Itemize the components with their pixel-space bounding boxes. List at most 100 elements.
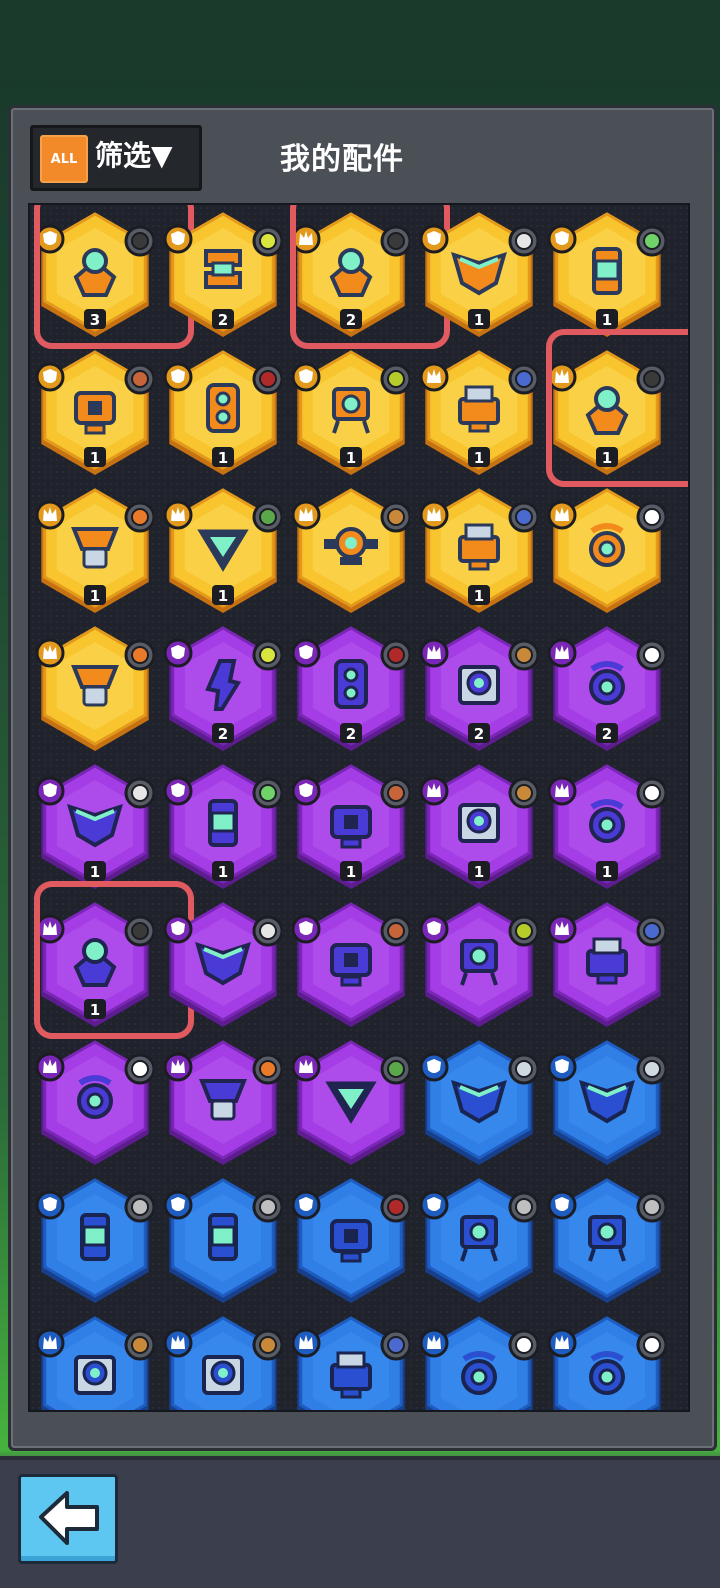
part-item-purple[interactable] (292, 901, 410, 1029)
back-button[interactable] (18, 1474, 118, 1564)
part-item-purple[interactable] (164, 1039, 282, 1167)
wing-icon: 1 (420, 212, 538, 337)
filter-label[interactable]: 筛选▼ (95, 134, 173, 178)
ring-lens-icon (548, 488, 666, 613)
double-lens-icon: 2 (292, 626, 410, 751)
canister-icon: 1 (548, 212, 666, 337)
part-item-gold[interactable]: 2 (164, 211, 282, 339)
svg-text:1: 1 (602, 863, 612, 881)
part-item-gold[interactable]: 1 (420, 211, 538, 339)
part-item-blue[interactable] (420, 1177, 538, 1305)
part-item-gold[interactable]: 1 (164, 349, 282, 477)
part-item-blue[interactable] (292, 1315, 410, 1410)
wing-icon: 1 (36, 764, 154, 889)
core-box-icon: 1 (36, 350, 154, 475)
svg-text:2: 2 (218, 725, 228, 743)
svg-text:1: 1 (90, 587, 100, 605)
scope-icon (164, 1316, 282, 1410)
scope-icon: 2 (420, 626, 538, 751)
core-box-icon (292, 1178, 410, 1303)
part-item-purple[interactable]: 1 (420, 763, 538, 891)
back-arrow-icon (39, 1491, 99, 1545)
part-item-gold[interactable] (548, 487, 666, 615)
part-item-purple[interactable]: 1 (36, 763, 154, 891)
svg-text:1: 1 (218, 587, 228, 605)
coupler-icon: 2 (164, 212, 282, 337)
ring-lens-icon (420, 1316, 538, 1410)
part-item-blue[interactable] (36, 1315, 154, 1410)
part-item-purple[interactable]: 1 (548, 763, 666, 891)
walker-icon (548, 1178, 666, 1303)
part-item-purple[interactable] (292, 1039, 410, 1167)
svg-text:1: 1 (218, 449, 228, 467)
part-item-gold[interactable]: 1 (36, 487, 154, 615)
tri-lens-icon: 1 (164, 488, 282, 613)
svg-text:1: 1 (218, 863, 228, 881)
part-item-purple[interactable] (420, 901, 538, 1029)
all-filter-badge[interactable]: ALL (40, 135, 88, 183)
canister-icon (164, 1178, 282, 1303)
part-item-purple[interactable] (164, 901, 282, 1029)
walker-icon (420, 902, 538, 1027)
svg-text:1: 1 (90, 863, 100, 881)
part-item-gold[interactable] (292, 487, 410, 615)
part-item-blue[interactable] (164, 1177, 282, 1305)
filter-dropdown[interactable]: ALL 筛选▼ (30, 125, 202, 191)
hopper-icon (36, 626, 154, 751)
turret-icon (292, 488, 410, 613)
scope-icon: 1 (420, 764, 538, 889)
part-item-gold[interactable]: 1 (420, 349, 538, 477)
part-item-blue[interactable] (548, 1039, 666, 1167)
part-item-purple[interactable] (36, 1039, 154, 1167)
hopper-icon (164, 1040, 282, 1165)
canister-icon (36, 1178, 154, 1303)
part-item-blue[interactable] (420, 1039, 538, 1167)
printer-icon: 1 (420, 488, 538, 613)
svg-text:2: 2 (602, 725, 612, 743)
walker-icon (420, 1178, 538, 1303)
part-item-purple[interactable]: 2 (548, 625, 666, 753)
part-item-gold[interactable]: 1 (420, 487, 538, 615)
part-item-gold[interactable]: 1 (548, 211, 666, 339)
double-lens-icon: 1 (164, 350, 282, 475)
svg-text:1: 1 (346, 863, 356, 881)
svg-text:1: 1 (474, 863, 484, 881)
part-item-blue[interactable] (548, 1315, 666, 1410)
part-item-purple[interactable] (548, 901, 666, 1029)
part-item-blue[interactable] (420, 1315, 538, 1410)
ring-lens-icon (36, 1040, 154, 1165)
svg-text:1: 1 (474, 311, 484, 329)
part-item-gold[interactable]: 1 (36, 349, 154, 477)
highlight-frame (546, 329, 688, 487)
part-item-blue[interactable] (36, 1177, 154, 1305)
printer-icon (292, 1316, 410, 1410)
svg-text:2: 2 (346, 725, 356, 743)
core-box-icon (292, 902, 410, 1027)
part-item-gold[interactable] (36, 625, 154, 753)
part-item-purple[interactable]: 2 (164, 625, 282, 753)
part-item-blue[interactable] (548, 1177, 666, 1305)
wing-icon (164, 902, 282, 1027)
svg-text:2: 2 (474, 725, 484, 743)
svg-text:1: 1 (90, 449, 100, 467)
svg-text:1: 1 (474, 449, 484, 467)
part-item-purple[interactable]: 2 (420, 625, 538, 753)
part-item-gold[interactable]: 1 (292, 349, 410, 477)
svg-text:1: 1 (474, 587, 484, 605)
part-item-purple[interactable]: 2 (292, 625, 410, 753)
part-item-blue[interactable] (292, 1177, 410, 1305)
page-title: 我的配件 (280, 142, 404, 177)
core-box-icon: 1 (292, 764, 410, 889)
parts-grid[interactable]: 32211111111112222111111 (28, 203, 690, 1412)
part-item-blue[interactable] (164, 1315, 282, 1410)
bolt-icon: 2 (164, 626, 282, 751)
part-item-purple[interactable]: 1 (292, 763, 410, 891)
ring-lens-icon: 1 (548, 764, 666, 889)
hopper-icon: 1 (36, 488, 154, 613)
svg-text:2: 2 (218, 311, 228, 329)
ring-lens-icon: 2 (548, 626, 666, 751)
part-item-gold[interactable]: 1 (164, 487, 282, 615)
walker-icon: 1 (292, 350, 410, 475)
part-item-purple[interactable]: 1 (164, 763, 282, 891)
wing-icon (548, 1040, 666, 1165)
